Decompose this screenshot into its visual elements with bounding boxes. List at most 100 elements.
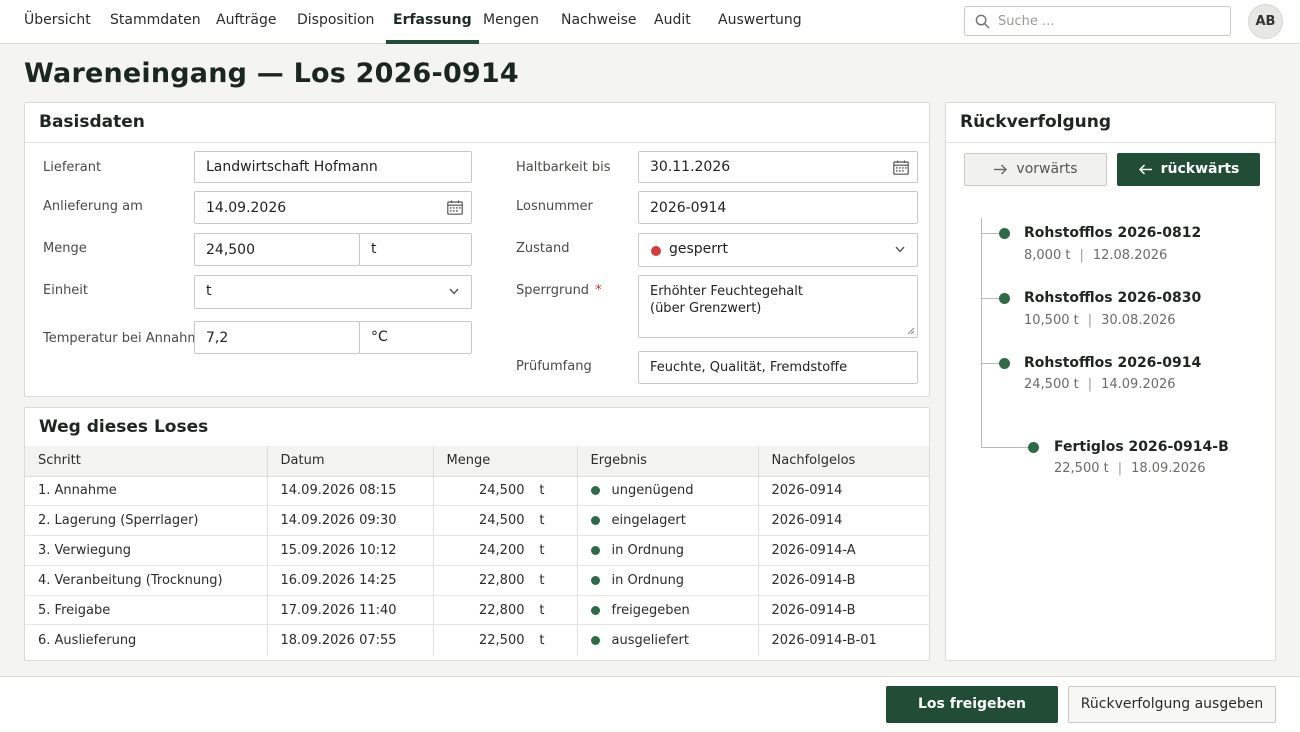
release-lot-button[interactable]: Los freigeben [886,686,1058,723]
nav-item-auswertung[interactable]: Auswertung [718,0,802,44]
haltbarkeit-label: Haltbarkeit bis [516,160,611,175]
nav-item-erfassung[interactable]: Erfassung [386,0,479,44]
cell-menge: 24,500 t [433,476,578,507]
losnummer-input[interactable] [639,192,917,223]
calendar-icon[interactable] [893,160,909,175]
cell-datum: 17.09.2026 11:40 [267,595,434,626]
rueckverfolgung-heading: Rückverfolgung [960,112,1112,132]
forward-label: vorwärts [1016,161,1078,177]
cell-schritt: 1. Annahme [25,476,268,507]
menge-unit: t [539,572,545,588]
menge-field[interactable] [194,233,360,266]
haltbarkeit-input[interactable] [639,152,917,182]
cell-menge: 22,500 t [433,624,578,655]
cell-datum: 15.09.2026 10:12 [267,535,434,566]
pruefumfang-field[interactable] [638,351,918,384]
nav-item-audit[interactable]: Audit [654,0,691,44]
cell-ergebnis: freigegeben [577,595,759,626]
column-header-ergebnis[interactable]: Ergebnis [577,446,759,477]
search-input[interactable] [998,7,1226,35]
anlieferung-field[interactable] [194,191,472,224]
trace-node-title[interactable]: Rohstofflos 2026-0914 [1024,355,1201,371]
lieferant-field[interactable] [194,151,472,183]
trace-node-title[interactable]: Rohstofflos 2026-0812 [1024,225,1201,241]
nav-item-nachweise[interactable]: Nachweise [561,0,636,44]
menge-value: 22,800 [479,572,525,588]
basisdaten-header: Basisdaten [25,103,929,143]
column-header-menge[interactable]: Menge [433,446,578,477]
pruefumfang-input[interactable] [639,352,917,383]
column-header-schritt[interactable]: Schritt [25,446,268,477]
einheit-select[interactable]: t [194,275,472,309]
menge-value: 22,500 [479,632,525,648]
table-row[interactable]: 5. Freigabe 17.09.2026 11:40 22,800 t fre… [25,595,929,626]
forward-button[interactable]: vorwärts [964,153,1107,186]
chevron-down-icon [895,246,905,253]
table-row[interactable]: 3. Verwiegung 15.09.2026 10:12 24,200 t i… [25,535,929,566]
table-row[interactable]: 4. Veranbeitung (Trocknung) 16.09.2026 1… [25,565,929,596]
nav-item-auftraege[interactable]: Aufträge [216,0,276,44]
search-icon [975,14,990,29]
menge-unit: t [539,602,545,618]
table-row[interactable]: 2. Lagerung (Sperrlager) 14.09.2026 09:3… [25,505,929,537]
separator: | [1117,461,1123,476]
weg-heading: Weg dieses Loses [39,417,209,437]
cell-nachfolgelos: 2026-0914-B [758,595,929,626]
action-bar: Los freigeben Rückverfolgung ausgeben [0,676,1300,732]
user-avatar[interactable]: AB [1248,4,1283,39]
temperatur-input[interactable] [195,322,359,353]
calendar-icon[interactable] [447,200,463,215]
sperrgrund-textarea[interactable] [639,276,917,337]
lieferant-input[interactable] [195,152,471,182]
pruefumfang-label: Prüfumfang [516,359,592,374]
zustand-label: Zustand [516,241,570,256]
menge-unit: t [539,632,545,648]
table-row[interactable]: 1. Annahme 14.09.2026 08:15 24,500 t unge… [25,476,929,507]
backward-button[interactable]: rückwärts [1117,153,1260,186]
trace-node-dot [999,293,1010,304]
trace-node-title[interactable]: Fertiglos 2026-0914-B [1054,439,1229,455]
nav-item-disposition[interactable]: Disposition [297,0,374,44]
cell-nachfolgelos: 2026-0914 [758,476,929,507]
menge-unit-field[interactable]: t [359,233,472,266]
rueckverfolgung-panel: Rückverfolgung vorwärts rückwärts Rohsto… [945,102,1276,661]
sperrgrund-label: Sperrgrund * [516,283,602,298]
trace-node-dot [999,228,1010,239]
trace-output-button[interactable]: Rückverfolgung ausgeben [1068,686,1276,723]
cell-schritt: 2. Lagerung (Sperrlager) [25,505,268,537]
column-header-datum[interactable]: Datum [267,446,434,477]
cell-ergebnis: ungenügend [577,476,759,507]
menge-input[interactable] [195,234,359,265]
status-dot-blocked [651,246,661,256]
temperatur-field[interactable] [194,321,360,354]
haltbarkeit-field[interactable] [638,151,918,183]
losnummer-label: Losnummer [516,199,593,214]
ergebnis-text: eingelagert [611,513,686,529]
chevron-down-icon [449,288,459,295]
ergebnis-text: in Ordnung [611,542,685,558]
losnummer-field[interactable] [638,191,918,224]
trace-node-meta: 10,500 t | 30.08.2026 [1024,313,1176,328]
cell-menge: 24,200 t [433,535,578,566]
temperatur-unit-field[interactable]: °C [359,321,472,354]
trace-node-date: 18.09.2026 [1131,461,1206,476]
status-dot [590,545,600,555]
nav-item-uebersicht[interactable]: Übersicht [24,0,91,44]
nav-item-stammdaten[interactable]: Stammdaten [110,0,201,44]
anlieferung-input[interactable] [195,192,471,223]
resize-handle-icon[interactable] [907,327,915,335]
sperrgrund-field[interactable] [638,275,918,338]
cell-datum: 16.09.2026 14:25 [267,565,434,596]
table-row[interactable]: 6. Auslieferung 18.09.2026 07:55 22,500 t… [25,624,929,655]
trace-node-date: 14.09.2026 [1101,377,1176,392]
cell-nachfolgelos: 2026-0914 [758,505,929,537]
nav-item-mengen[interactable]: Mengen [483,0,539,44]
zustand-select[interactable]: gesperrt [638,233,918,267]
cell-menge: 22,800 t [433,565,578,596]
column-header-nachfolgelos[interactable]: Nachfolgelos [758,446,929,477]
menge-unit: t [539,542,545,558]
menge-unit: t [539,513,545,529]
status-dot [590,486,600,496]
trace-node-qty: 8,000 t [1024,248,1071,263]
trace-node-title[interactable]: Rohstofflos 2026-0830 [1024,290,1201,306]
